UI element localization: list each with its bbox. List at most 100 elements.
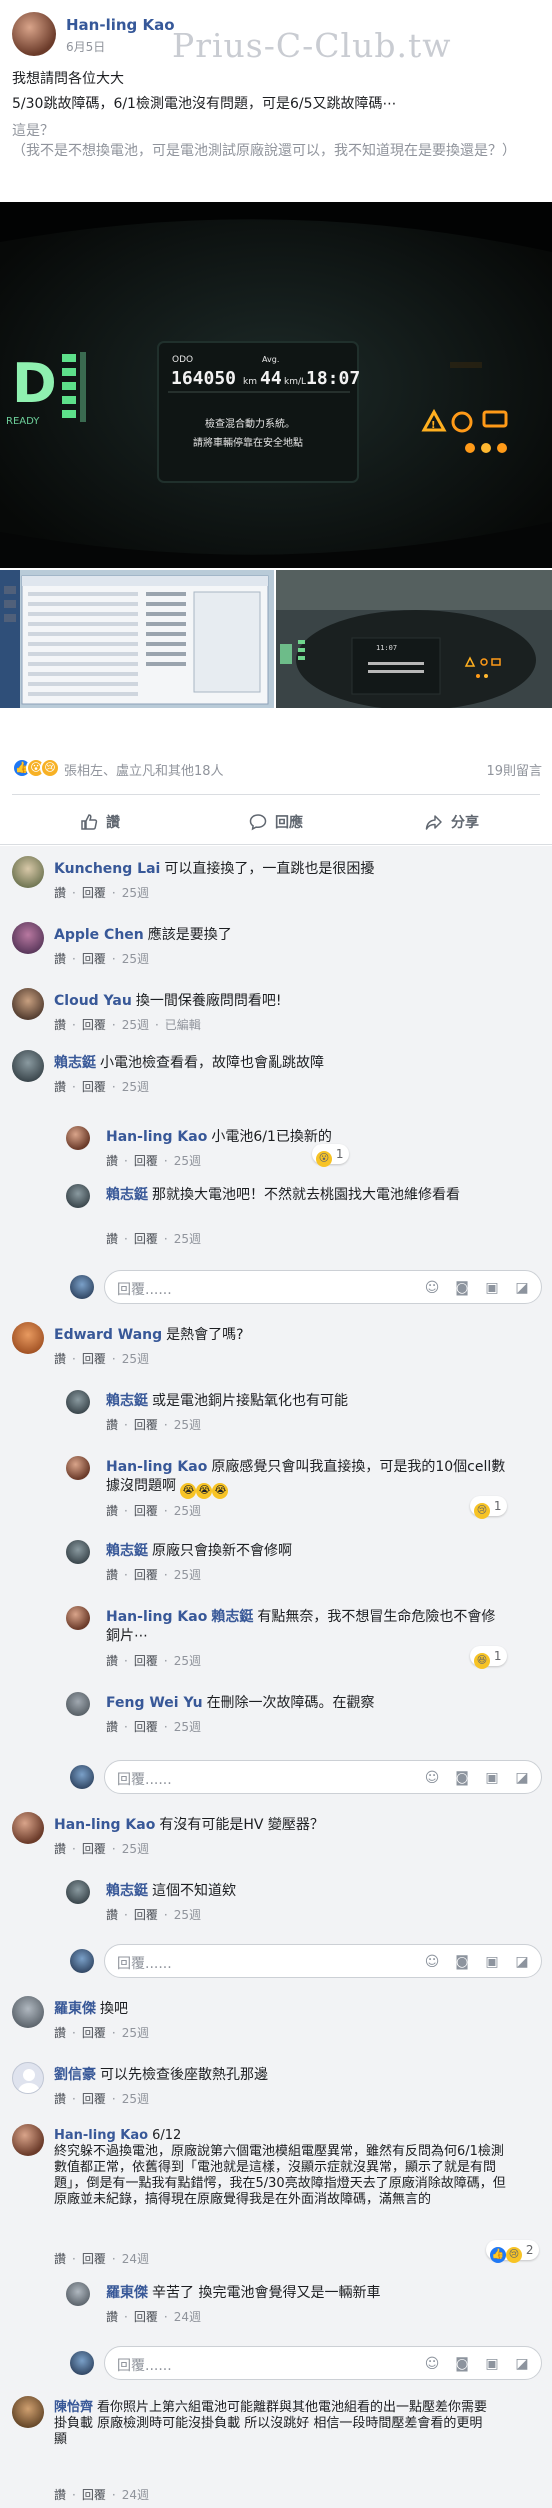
reply-reply-link[interactable]: 回覆 bbox=[134, 1418, 158, 1432]
gif-icon[interactable]: ▣ bbox=[483, 1953, 501, 1971]
gif-icon[interactable]: ▣ bbox=[483, 1279, 501, 1297]
replier-name[interactable]: Han-ling Kao bbox=[106, 1459, 207, 1475]
comment-time[interactable]: 24週 bbox=[122, 2488, 149, 2502]
replier-name[interactable]: 賴志鋌 bbox=[106, 1393, 148, 1409]
reply-like-link[interactable]: 讚 bbox=[106, 1154, 118, 1168]
replier-avatar[interactable] bbox=[66, 2282, 90, 2306]
reply-like-link[interactable]: 讚 bbox=[106, 1908, 118, 1922]
emoji-icon[interactable]: ☺ bbox=[423, 1953, 441, 1971]
comment-reply-link[interactable]: 回覆 bbox=[82, 1018, 106, 1032]
reply-time[interactable]: 24週 bbox=[174, 2310, 201, 2324]
reply-reply-link[interactable]: 回覆 bbox=[134, 1232, 158, 1246]
comment-reply-link[interactable]: 回覆 bbox=[82, 1352, 106, 1366]
emoji-icon[interactable]: ☺ bbox=[423, 2355, 441, 2373]
camera-icon[interactable]: ◙ bbox=[453, 1953, 471, 1971]
replier-avatar[interactable] bbox=[66, 1880, 90, 1904]
comment-reaction[interactable]: 👍 😢 2 bbox=[486, 2240, 540, 2263]
reply-reply-link[interactable]: 回覆 bbox=[134, 1504, 158, 1518]
reply-time[interactable]: 25週 bbox=[174, 1568, 201, 1582]
commenter-avatar[interactable] bbox=[12, 856, 44, 888]
comment-like-link[interactable]: 讚 bbox=[54, 1352, 66, 1366]
reply-reply-link[interactable]: 回覆 bbox=[134, 1908, 158, 1922]
poster-avatar[interactable] bbox=[12, 12, 56, 56]
reply-time[interactable]: 25週 bbox=[174, 1504, 201, 1518]
reactions-summary[interactable]: 👍 😮 😢 張相左、盧立凡和其他18人 19則留言 bbox=[12, 756, 542, 782]
post-date[interactable]: 6月5日 bbox=[66, 38, 105, 55]
replier-name[interactable]: 賴志鋌 bbox=[106, 1543, 148, 1559]
share-button[interactable]: 分享 bbox=[364, 802, 540, 842]
gif-icon[interactable]: ▣ bbox=[483, 1769, 501, 1787]
reply-time[interactable]: 25週 bbox=[174, 1232, 201, 1246]
replier-avatar[interactable] bbox=[66, 1606, 90, 1630]
commenter-name[interactable]: 羅東傑 bbox=[54, 2001, 96, 2017]
commenter-avatar[interactable] bbox=[12, 988, 44, 1020]
reply-like-link[interactable]: 讚 bbox=[106, 1232, 118, 1246]
comment-time[interactable]: 25週 bbox=[122, 2026, 149, 2040]
replier-name[interactable]: Han-ling Kao bbox=[106, 1129, 207, 1145]
reply-reply-link[interactable]: 回覆 bbox=[134, 1568, 158, 1582]
sticker-icon[interactable]: ◪ bbox=[513, 1769, 531, 1787]
replier-name[interactable]: Feng Wei Yu bbox=[106, 1695, 203, 1711]
gif-icon[interactable]: ▣ bbox=[483, 2355, 501, 2373]
camera-icon[interactable]: ◙ bbox=[453, 1769, 471, 1787]
comment-reply-link[interactable]: 回覆 bbox=[82, 2092, 106, 2106]
commenter-avatar[interactable] bbox=[12, 922, 44, 954]
reply-time[interactable]: 25週 bbox=[174, 1154, 201, 1168]
reply-like-link[interactable]: 讚 bbox=[106, 1720, 118, 1734]
comment-reply-link[interactable]: 回覆 bbox=[82, 2252, 106, 2266]
comment-like-link[interactable]: 讚 bbox=[54, 1842, 66, 1856]
reply-reaction[interactable]: 😆 1 bbox=[470, 1646, 508, 1669]
sticker-icon[interactable]: ◪ bbox=[513, 1953, 531, 1971]
comment-like-link[interactable]: 讚 bbox=[54, 2488, 66, 2502]
reply-time[interactable]: 25週 bbox=[174, 1654, 201, 1668]
reply-reaction[interactable]: 😮 1 bbox=[312, 1144, 350, 1167]
commenter-avatar[interactable] bbox=[12, 2062, 44, 2094]
replier-name[interactable]: 賴志鋌 bbox=[106, 1883, 148, 1899]
sticker-icon[interactable]: ◪ bbox=[513, 1279, 531, 1297]
reply-time[interactable]: 25週 bbox=[174, 1908, 201, 1922]
reply-like-link[interactable]: 讚 bbox=[106, 1418, 118, 1432]
emoji-icon[interactable]: ☺ bbox=[423, 1279, 441, 1297]
comment-edited[interactable]: 已編輯 bbox=[165, 1018, 201, 1032]
reply-reply-link[interactable]: 回覆 bbox=[134, 2310, 158, 2324]
commenter-name[interactable]: Edward Wang bbox=[54, 1327, 162, 1343]
emoji-icon[interactable]: ☺ bbox=[423, 1769, 441, 1787]
camera-icon[interactable]: ◙ bbox=[453, 2355, 471, 2373]
comment-reply-link[interactable]: 回覆 bbox=[82, 1842, 106, 1856]
reply-time[interactable]: 25週 bbox=[174, 1418, 201, 1432]
reply-reaction[interactable]: 😢 1 bbox=[470, 1496, 508, 1519]
comment-time[interactable]: 25週 bbox=[122, 2092, 149, 2106]
commenter-avatar[interactable] bbox=[12, 1996, 44, 2028]
comment-like-link[interactable]: 讚 bbox=[54, 2252, 66, 2266]
replier-avatar[interactable] bbox=[66, 1184, 90, 1208]
reply-input[interactable]: 回覆...... ☺ ◙ ▣ ◪ bbox=[104, 1760, 542, 1794]
commenter-name[interactable]: 陳怡齊 bbox=[54, 2400, 93, 2415]
comment-like-link[interactable]: 讚 bbox=[54, 2026, 66, 2040]
sticker-icon[interactable]: ◪ bbox=[513, 2355, 531, 2373]
reply-like-link[interactable]: 讚 bbox=[106, 1568, 118, 1582]
post-photo-dashboard[interactable]: D READY ODO 164050 km Avg. 44 km/L 18:07… bbox=[0, 202, 552, 568]
replier-name[interactable]: 賴志鋌 bbox=[106, 1187, 148, 1203]
comment-time[interactable]: 25週 bbox=[122, 952, 149, 966]
reply-reply-link[interactable]: 回覆 bbox=[134, 1154, 158, 1168]
comment-time[interactable]: 25週 bbox=[122, 1080, 149, 1094]
post-photo-dashboard-small[interactable]: 11:07 bbox=[276, 570, 552, 708]
reply-reply-link[interactable]: 回覆 bbox=[134, 1654, 158, 1668]
comment-time[interactable]: 24週 bbox=[122, 2252, 149, 2266]
replier-avatar[interactable] bbox=[66, 1390, 90, 1414]
reply-like-link[interactable]: 讚 bbox=[106, 1654, 118, 1668]
comment-like-link[interactable]: 讚 bbox=[54, 952, 66, 966]
replier-avatar[interactable] bbox=[66, 1540, 90, 1564]
comment-like-link[interactable]: 讚 bbox=[54, 1080, 66, 1094]
reply-reply-link[interactable]: 回覆 bbox=[134, 1720, 158, 1734]
comment-like-link[interactable]: 讚 bbox=[54, 2092, 66, 2106]
like-button[interactable]: 讚 bbox=[12, 802, 188, 842]
commenter-avatar[interactable] bbox=[12, 2124, 44, 2156]
replier-avatar[interactable] bbox=[66, 1126, 90, 1150]
tagged-user[interactable]: 賴志鋌 bbox=[211, 1609, 253, 1625]
camera-icon[interactable]: ◙ bbox=[453, 1279, 471, 1297]
commenter-name[interactable]: Cloud Yau bbox=[54, 993, 132, 1009]
reply-like-link[interactable]: 讚 bbox=[106, 1504, 118, 1518]
commenter-name[interactable]: Han-ling Kao bbox=[54, 1817, 155, 1833]
replier-avatar[interactable] bbox=[66, 1456, 90, 1480]
